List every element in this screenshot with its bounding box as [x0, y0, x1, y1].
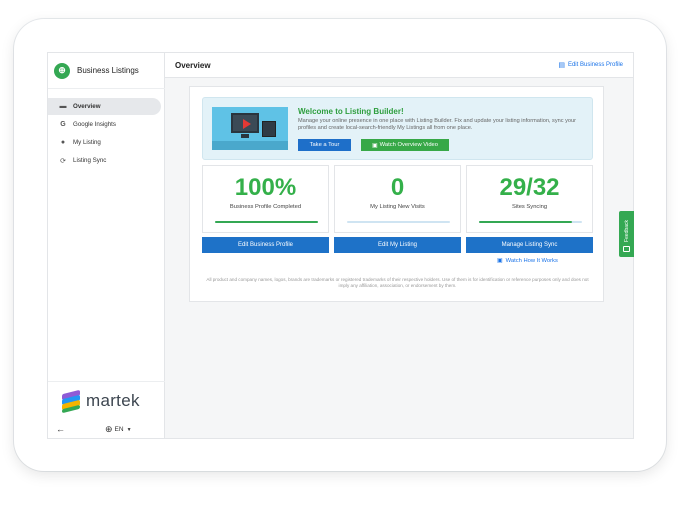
sidebar-item-label: Overview — [73, 103, 101, 110]
sidebar-nav: ▬ Overview G Google Insights ● My Listin… — [48, 97, 165, 170]
video-illustration — [212, 107, 288, 150]
stat-card-profile-completed: 100% Business Profile Completed — [202, 165, 329, 233]
stat-card-new-visits: 0 My Listing New Visits — [334, 165, 461, 233]
play-icon — [243, 119, 251, 129]
brand-header: ⊕ Business Listings — [48, 53, 165, 89]
watch-overview-video-label: Watch Overview Video — [379, 142, 438, 148]
stat-value: 29/32 — [499, 174, 560, 201]
sidebar-item-label: My Listing — [73, 139, 101, 146]
sidebar-footer: martek ← ⊕ EN ▼ — [48, 381, 165, 438]
feedback-icon — [623, 246, 630, 252]
store-icon: ▤ — [558, 62, 565, 69]
video-icon: ▣ — [372, 142, 378, 149]
stat-value: 0 — [390, 174, 405, 201]
edit-my-listing-button[interactable]: Edit My Listing — [334, 237, 461, 253]
sidebar-item-google-insights[interactable]: G Google Insights — [48, 116, 161, 133]
stat-label: My Listing New Visits — [370, 204, 425, 210]
app-screen: ⊕ Business Listings ▬ Overview G Google … — [47, 52, 634, 439]
stat-value: 100% — [234, 174, 297, 201]
welcome-title: Welcome to Listing Builder! — [298, 107, 404, 116]
martek-logo-icon — [60, 389, 82, 414]
progress-bar — [347, 221, 450, 223]
dashboard-icon: ▬ — [59, 103, 67, 110]
language-label: EN — [114, 426, 124, 433]
sidebar-item-my-listing[interactable]: ● My Listing — [48, 134, 161, 151]
page-title: Overview — [175, 61, 211, 70]
sidebar-item-label: Listing Sync — [73, 157, 107, 164]
sidebar: ⊕ Business Listings ▬ Overview G Google … — [48, 53, 165, 438]
stat-card-sites-syncing: 29/32 Sites Syncing — [466, 165, 593, 233]
manage-listing-sync-button[interactable]: Manage Listing Sync — [466, 237, 593, 253]
take-tour-button[interactable]: Take a Tour — [298, 139, 351, 151]
progress-fill — [215, 221, 318, 223]
disclaimer-text: All product and company names, logos, br… — [206, 277, 589, 288]
progress-bar — [215, 221, 318, 223]
illustration-desk — [212, 141, 288, 150]
edit-business-profile-button[interactable]: Edit Business Profile — [202, 237, 329, 253]
back-arrow-icon[interactable]: ← — [56, 424, 65, 434]
monitor-stand — [241, 134, 249, 138]
progress-fill — [479, 221, 573, 223]
language-selector[interactable]: ⊕ EN ▼ — [105, 424, 132, 435]
brand-title: Business Listings — [77, 66, 139, 75]
monitor-icon — [231, 113, 259, 133]
overview-panel: Welcome to Listing Builder! Manage your … — [189, 86, 604, 302]
sidebar-item-label: Google Insights — [73, 121, 116, 128]
sidebar-item-overview[interactable]: ▬ Overview — [48, 98, 161, 115]
edit-business-profile-label: Edit Business Profile — [567, 62, 623, 68]
globe-icon: ⊕ — [54, 62, 70, 79]
feedback-label: Feedback — [624, 220, 630, 242]
video-icon: ▣ — [497, 258, 503, 264]
stat-label: Business Profile Completed — [229, 204, 302, 210]
stat-label: Sites Syncing — [511, 204, 548, 210]
martek-logo-text: martek — [86, 391, 140, 410]
sidebar-item-listing-sync[interactable]: ⟳ Listing Sync — [48, 152, 161, 169]
welcome-banner: Welcome to Listing Builder! Manage your … — [202, 97, 593, 160]
chevron-down-icon: ▼ — [126, 426, 132, 433]
globe-icon: ⊕ — [105, 424, 113, 434]
sync-icon: ⟳ — [60, 157, 66, 165]
watch-how-label: Watch How It Works — [505, 257, 558, 264]
google-icon: G — [60, 121, 66, 128]
edit-business-profile-link[interactable]: ▤ Edit Business Profile — [558, 61, 623, 69]
feedback-tab[interactable]: Feedback — [619, 211, 634, 257]
top-bar: Overview ▤ Edit Business Profile — [165, 53, 633, 78]
martek-logo: martek — [60, 389, 140, 414]
progress-bar — [479, 221, 582, 223]
welcome-description: Manage your online presence in one place… — [298, 118, 576, 131]
watch-overview-video-button[interactable]: ▣ Watch Overview Video — [361, 139, 449, 151]
watch-how-it-works-link[interactable]: ▣ Watch How It Works — [497, 257, 558, 265]
tablet-icon — [262, 121, 276, 137]
map-pin-icon: ● — [60, 139, 66, 146]
